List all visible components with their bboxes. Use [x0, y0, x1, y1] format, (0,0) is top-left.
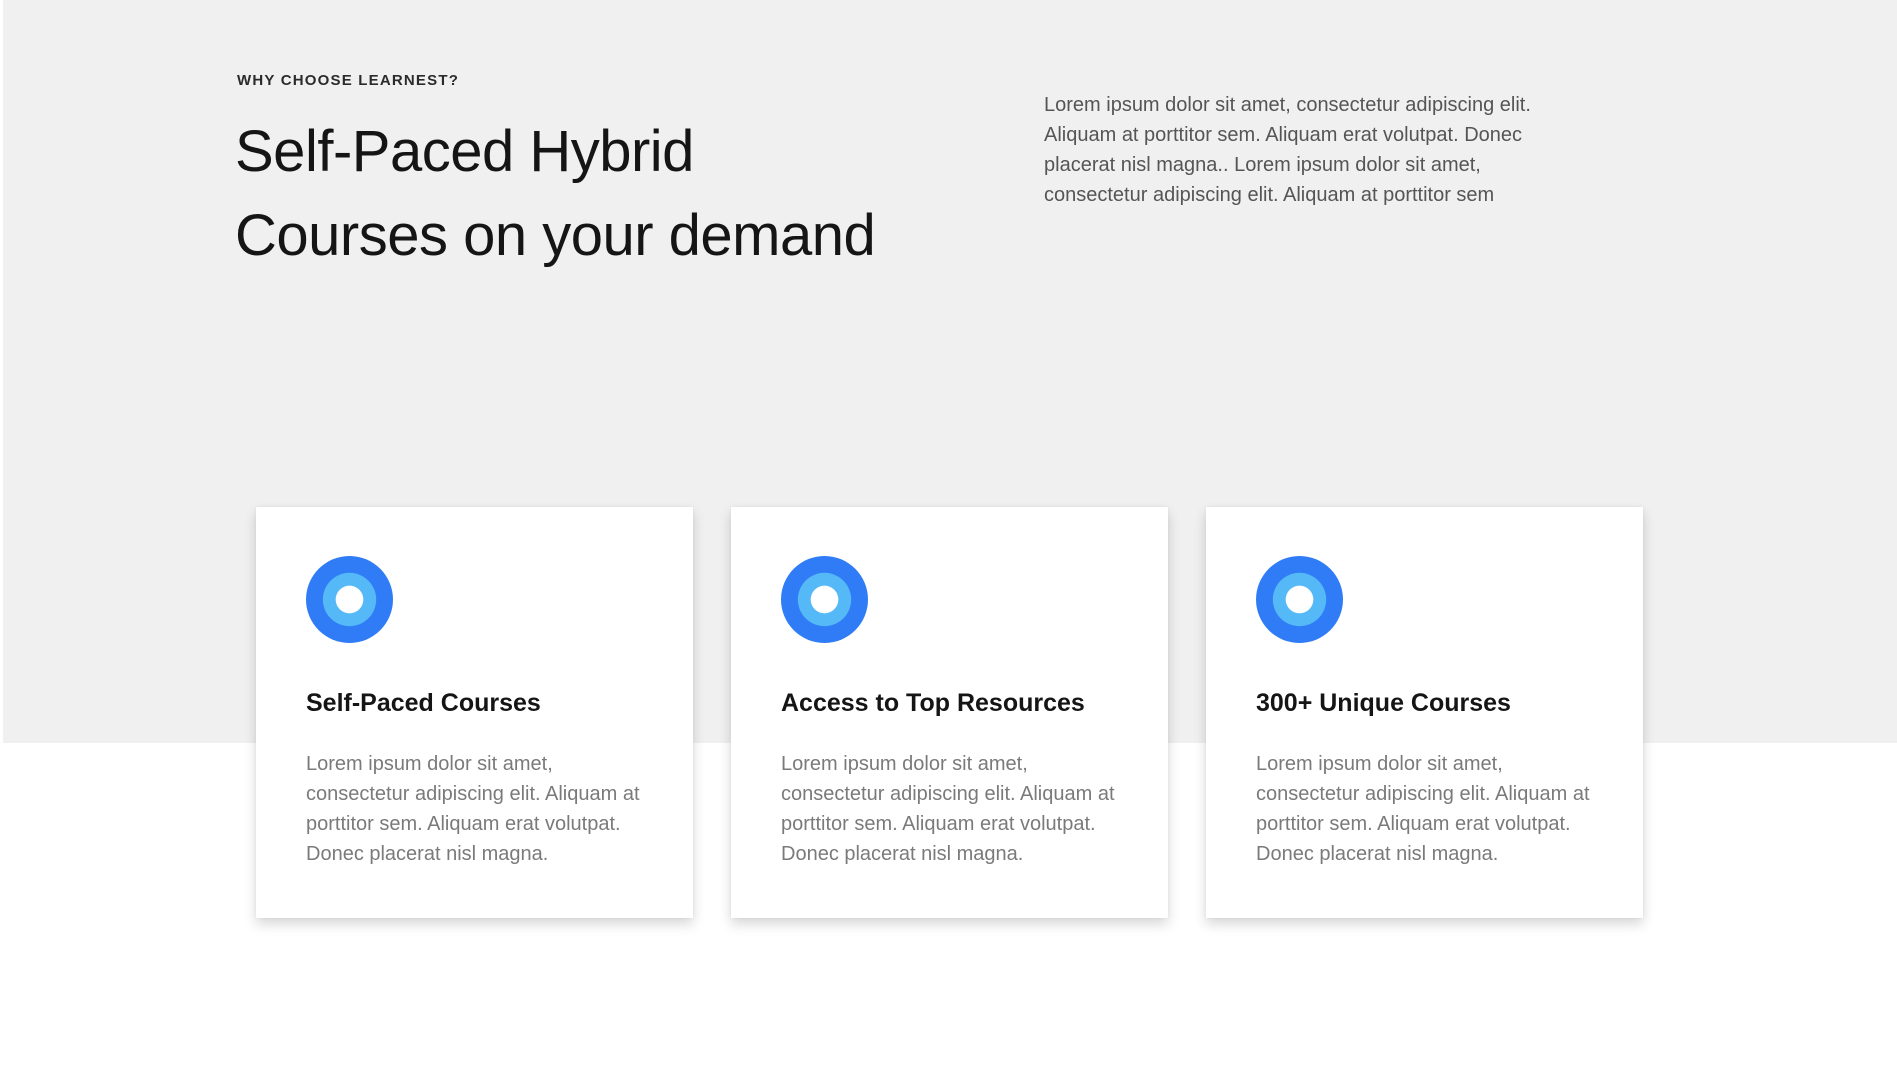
section-intro: Lorem ipsum dolor sit amet, consectetur … [1044, 94, 1531, 206]
target-circle-icon [781, 556, 868, 643]
section-headline: Self-Paced Hybrid Courses on your demand [235, 110, 995, 278]
card-title: 300+ Unique Courses [1256, 689, 1511, 717]
card-text: Lorem ipsum dolor sit amet, consectetur … [1256, 753, 1590, 865]
feature-cards: Self-Paced Courses Lorem ipsum dolor sit… [256, 507, 1643, 918]
card-text: Lorem ipsum dolor sit amet, consectetur … [781, 753, 1115, 865]
headline-line-2: Courses on your demand [235, 203, 876, 268]
feature-card-top-resources: Access to Top Resources Lorem ipsum dolo… [731, 507, 1168, 918]
card-title: Access to Top Resources [781, 689, 1085, 717]
feature-card-unique-courses: 300+ Unique Courses Lorem ipsum dolor si… [1206, 507, 1643, 918]
page: WHY CHOOSE LEARNEST? Self-Paced Hybrid C… [0, 0, 1897, 1080]
target-circle-icon [306, 556, 393, 643]
target-circle-icon [1256, 556, 1343, 643]
card-title: Self-Paced Courses [306, 689, 541, 717]
card-text: Lorem ipsum dolor sit amet, consectetur … [306, 753, 640, 865]
feature-card-self-paced: Self-Paced Courses Lorem ipsum dolor sit… [256, 507, 693, 918]
section-eyebrow: WHY CHOOSE LEARNEST? [237, 72, 460, 89]
headline-line-1: Self-Paced Hybrid [235, 119, 694, 184]
